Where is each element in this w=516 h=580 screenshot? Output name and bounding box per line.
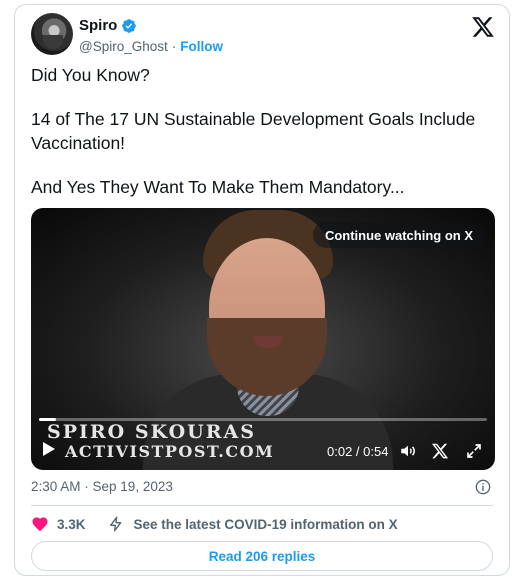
follow-button[interactable]: Follow <box>180 39 223 54</box>
play-icon[interactable] <box>43 442 55 456</box>
tweet-actions: 3.3K See the latest COVID-19 information… <box>31 515 398 533</box>
continue-watching-button[interactable]: Continue watching on X <box>312 222 485 248</box>
read-replies-button[interactable]: Read 206 replies <box>31 541 493 571</box>
tweet-paragraph: 14 of The 17 UN Sustainable Development … <box>31 109 476 153</box>
lower-third-site: ACTIVISTPOST.COM <box>65 442 275 461</box>
fullscreen-icon[interactable] <box>465 442 483 460</box>
like-count[interactable]: 3.3K <box>57 517 86 532</box>
video-time: 0:02 / 0:54 <box>327 444 389 459</box>
tweet-paragraph: Did You Know? <box>31 65 150 85</box>
video-lower-third: SPIRO SKOURAS ACTIVISTPOST.COM <box>47 422 274 462</box>
heart-icon[interactable] <box>31 515 49 533</box>
avatar-beard <box>43 35 63 49</box>
meta-separator: · <box>171 39 177 54</box>
author-handle[interactable]: @Spiro_Ghost <box>79 39 168 54</box>
avatar[interactable] <box>31 13 73 55</box>
author-name[interactable]: Spiro <box>79 17 117 34</box>
x-logo-icon[interactable] <box>471 15 495 39</box>
lower-third-name: SPIRO SKOURAS <box>47 421 256 443</box>
divider <box>31 505 493 506</box>
tweet-timestamp[interactable]: 2:30 AM · Sep 19, 2023 <box>31 479 173 494</box>
tweet-paragraph: And Yes They Want To Make Them Mandatory… <box>31 177 405 197</box>
info-icon[interactable] <box>475 479 491 495</box>
mute-x-icon[interactable] <box>431 442 449 460</box>
author-name-row: Spiro <box>79 17 137 34</box>
tweet-text: Did You Know? 14 of The 17 UN Sustainabl… <box>31 63 501 199</box>
author-meta-row: @Spiro_Ghost · Follow <box>79 39 223 54</box>
tweet-card: Spiro @Spiro_Ghost · Follow Did You Know… <box>14 4 510 576</box>
bolt-icon <box>109 516 121 532</box>
verified-badge-icon <box>122 18 137 33</box>
covid-info-link[interactable]: See the latest COVID-19 information on X <box>134 517 398 532</box>
volume-icon[interactable] <box>399 442 417 460</box>
video-player[interactable]: Continue watching on X SPIRO SKOURAS ACT… <box>31 208 495 470</box>
